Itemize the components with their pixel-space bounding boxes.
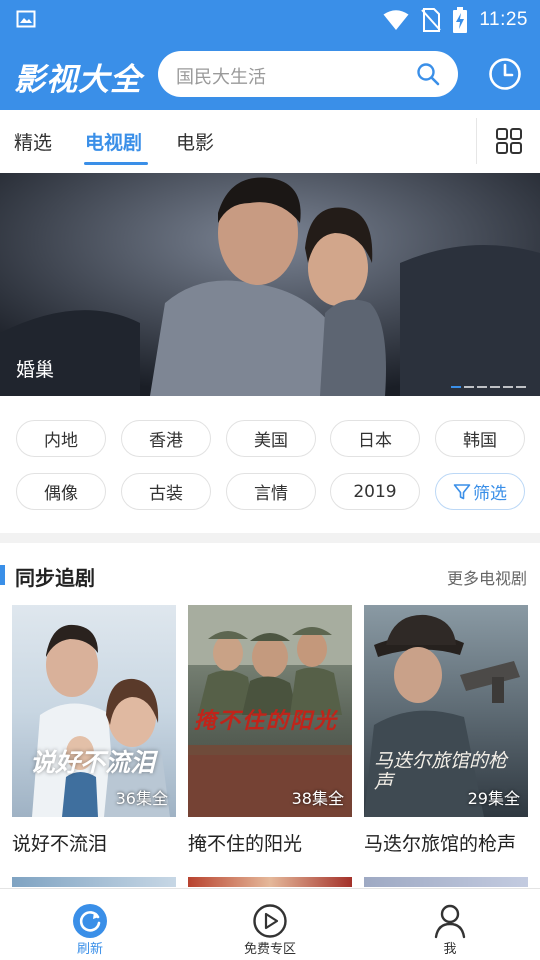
chip-japan[interactable]: 日本: [330, 420, 420, 457]
chip-korea[interactable]: 韩国: [435, 420, 525, 457]
section-header: 同步追剧 更多电视剧: [0, 553, 540, 599]
search-placeholder: 国民大生活: [176, 67, 266, 88]
chip-romance[interactable]: 言情: [226, 473, 316, 510]
nav-free-zone[interactable]: 免费专区: [180, 889, 360, 960]
banner-dot: [516, 386, 526, 388]
battery-charging-icon: [453, 7, 468, 33]
banner-dot: [451, 386, 461, 388]
no-sim-icon: [421, 8, 442, 32]
poster-text: 说好不流泪: [30, 748, 156, 777]
history-icon[interactable]: [488, 57, 522, 91]
filter-button[interactable]: 筛选: [435, 473, 525, 510]
search-icon[interactable]: [416, 62, 440, 86]
filter-chips: 内地 香港 美国 日本 韩国 偶像 古装 言情 2019 筛选: [0, 396, 540, 533]
banner-caption: 婚巢: [16, 359, 55, 381]
series-card[interactable]: 掩不住的阳光 38集全 掩不住的阳光: [188, 605, 352, 855]
category-tabs: 精选 电视剧 电影: [0, 110, 540, 173]
chip-hongkong[interactable]: 香港: [121, 420, 211, 457]
app-header: 影视大全 国民大生活: [0, 40, 540, 110]
series-title: 马迭尔旅馆的枪声: [364, 833, 517, 855]
bottom-nav: 刷新 免费专区 我: [0, 888, 540, 960]
status-bar: 11:25: [0, 0, 540, 40]
nav-free-zone-label: 免费专区: [243, 942, 296, 957]
section-title: 同步追剧: [15, 566, 95, 590]
nav-me[interactable]: 我: [360, 889, 540, 960]
banner-page-indicator: [451, 386, 526, 388]
app-title: 影视大全: [14, 62, 142, 98]
nav-refresh[interactable]: 刷新: [0, 889, 180, 960]
banner-dot: [490, 386, 500, 388]
play-circle-icon: [253, 904, 287, 938]
user-icon: [434, 904, 466, 939]
status-time: 11:25: [479, 9, 528, 30]
section-accent-bar: [0, 565, 5, 585]
poster-image: 说好不流泪 36集全: [12, 605, 176, 817]
filter-label: 筛选: [473, 484, 507, 504]
series-list: 说好不流泪 36集全 说好不流泪 掩不住的阳光 38集全 掩不住的阳光 马迭尔旅…: [0, 605, 540, 875]
series-title: 说好不流泪: [12, 833, 108, 855]
tabs-divider: [476, 118, 477, 164]
tab-movies[interactable]: 电影: [176, 128, 214, 155]
series-title: 掩不住的阳光: [188, 833, 303, 855]
poster-image: 掩不住的阳光 38集全: [188, 605, 352, 817]
image-icon: [16, 10, 36, 28]
chip-idol[interactable]: 偶像: [16, 473, 106, 510]
banner-carousel[interactable]: 婚巢: [0, 173, 540, 396]
banner-dot: [464, 386, 474, 388]
banner-dot: [477, 386, 487, 388]
chip-mainland[interactable]: 内地: [16, 420, 106, 457]
poster-image: 马迭尔旅馆的枪声 29集全: [364, 605, 528, 817]
more-tv-link[interactable]: 更多电视剧: [447, 565, 527, 589]
banner-image: [0, 173, 540, 396]
wifi-icon: [383, 10, 409, 30]
active-tab-indicator: [84, 162, 148, 165]
series-card[interactable]: 马迭尔旅馆的枪声 29集全 马迭尔旅馆的枪声: [364, 605, 528, 855]
poster-text: 掩不住的阳光: [194, 709, 339, 734]
series-card-peek: [188, 877, 352, 887]
grid-icon[interactable]: [496, 128, 522, 154]
search-input[interactable]: 国民大生活: [158, 51, 458, 97]
episode-count: 29集全: [467, 789, 520, 808]
refresh-icon: [73, 904, 107, 938]
series-card-peek: [364, 877, 528, 887]
tab-tv-series[interactable]: 电视剧: [85, 128, 142, 155]
nav-me-label: 我: [443, 942, 457, 957]
series-card[interactable]: 说好不流泪 36集全 说好不流泪: [12, 605, 176, 855]
episode-count: 38集全: [291, 789, 344, 808]
series-card-peek: [12, 877, 176, 887]
section-divider: [0, 533, 540, 543]
episode-count: 36集全: [115, 789, 168, 808]
chip-2019[interactable]: 2019: [330, 473, 420, 510]
funnel-icon: [453, 483, 471, 499]
nav-refresh-label: 刷新: [76, 942, 103, 957]
tab-featured[interactable]: 精选: [14, 128, 52, 155]
banner-dot: [503, 386, 513, 388]
chip-costume[interactable]: 古装: [121, 473, 211, 510]
chip-usa[interactable]: 美国: [226, 420, 316, 457]
